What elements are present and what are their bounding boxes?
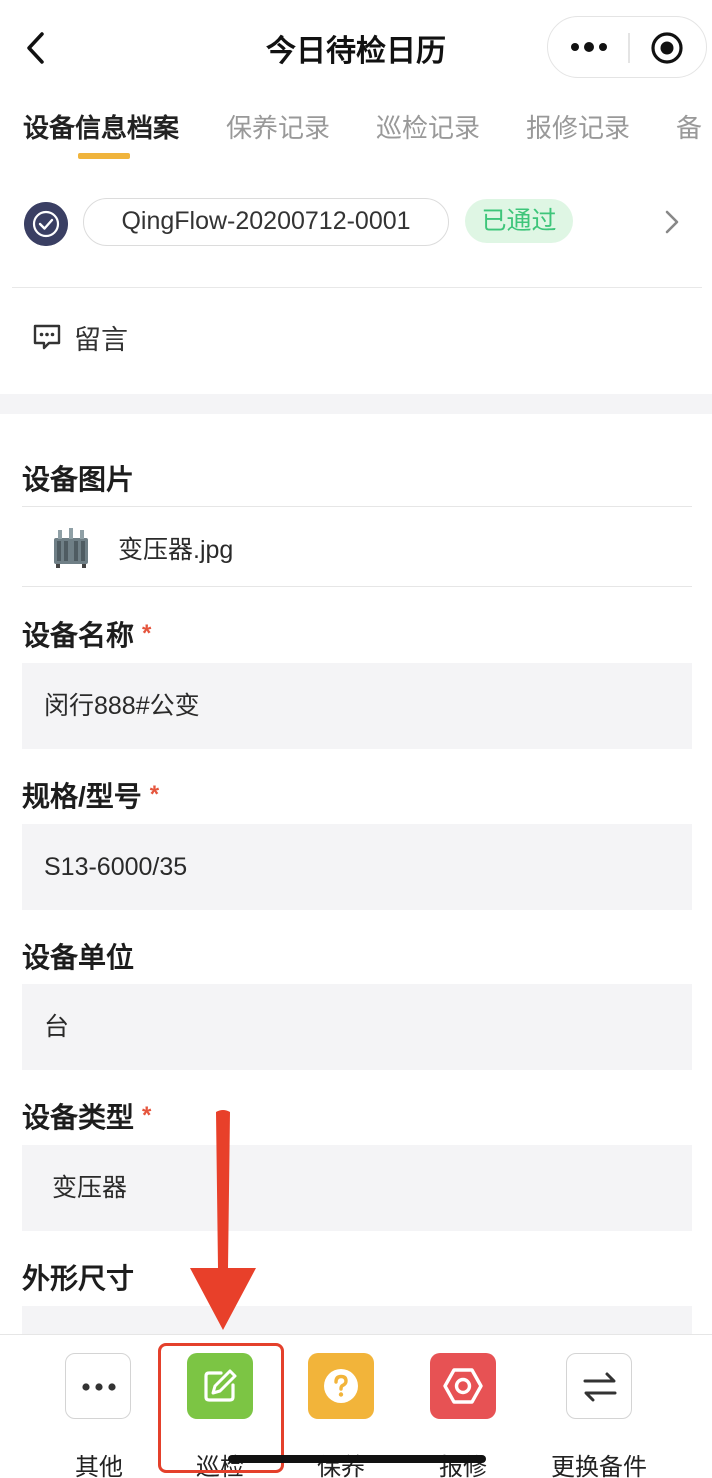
approved-badge-icon [24, 202, 68, 246]
comment-icon [33, 324, 61, 350]
divider [22, 506, 692, 507]
status-badge: 已通过 [465, 199, 573, 243]
device-type-field[interactable]: 变压器 [22, 1145, 692, 1231]
required-mark: * [149, 781, 160, 808]
repair-nut-icon [443, 1368, 483, 1404]
more-dots-icon [82, 1383, 116, 1391]
record-id-pill: QingFlow-20200712-0001 [83, 198, 449, 246]
field-label-name: 设备名称 * [22, 620, 152, 651]
action-replace-label: 更换备件 [551, 1454, 647, 1478]
required-mark: * [142, 1102, 152, 1129]
tab-device-info[interactable]: 设备信息档案 [23, 108, 179, 145]
close-target-icon[interactable] [650, 31, 684, 65]
nav-bar: 今日待检日历 [0, 0, 712, 96]
action-repair-box [430, 1353, 496, 1419]
mini-program-capsule [547, 16, 707, 78]
image-file-name: 变压器.jpg [118, 536, 234, 564]
action-other-box [65, 1353, 131, 1419]
transformer-thumbnail-icon [54, 528, 88, 568]
annotation-highlight-frame [158, 1343, 284, 1473]
active-tab-indicator [78, 153, 130, 159]
field-label-size: 外形尺寸 [22, 1263, 135, 1294]
field-label-type: 设备类型 * [22, 1102, 152, 1133]
device-name-field[interactable]: 闵行888#公变 [22, 663, 692, 749]
divider [22, 586, 692, 587]
action-other-label: 其他 [75, 1454, 123, 1478]
more-dots-icon[interactable] [570, 39, 608, 55]
tab-maintenance-records[interactable]: 保养记录 [226, 108, 330, 145]
action-replace-box [566, 1353, 632, 1419]
annotation-arrow-icon [190, 1110, 256, 1330]
swap-arrows-icon [583, 1372, 617, 1402]
home-indicator [228, 1455, 486, 1463]
field-label-unit: 设备单位 [22, 942, 135, 973]
tab-repair-records[interactable]: 报修记录 [526, 108, 630, 145]
required-mark: * [142, 620, 152, 647]
section-separator [0, 394, 712, 414]
tab-bar: 设备信息档案 保养记录 巡检记录 报修记录 备 [0, 100, 712, 164]
device-unit-field[interactable]: 台 [22, 984, 692, 1070]
tab-spare-parts[interactable]: 备 [676, 108, 702, 145]
device-model-field[interactable]: S13-6000/35 [22, 824, 692, 910]
action-maintain-box [308, 1353, 374, 1419]
chevron-right-icon[interactable] [663, 209, 681, 235]
question-icon [324, 1369, 358, 1403]
capsule-divider [628, 33, 630, 63]
tab-inspection-records[interactable]: 巡检记录 [376, 108, 480, 145]
bottom-action-bar: 其他 巡检 保养 报修 更换备件 [0, 1334, 712, 1478]
comment-label: 留言 [74, 325, 128, 355]
field-label-image: 设备图片 [22, 464, 135, 495]
divider [12, 287, 702, 288]
record-header[interactable]: QingFlow-20200712-0001 已通过 [0, 196, 712, 252]
field-label-model: 规格/型号 * [22, 781, 160, 812]
